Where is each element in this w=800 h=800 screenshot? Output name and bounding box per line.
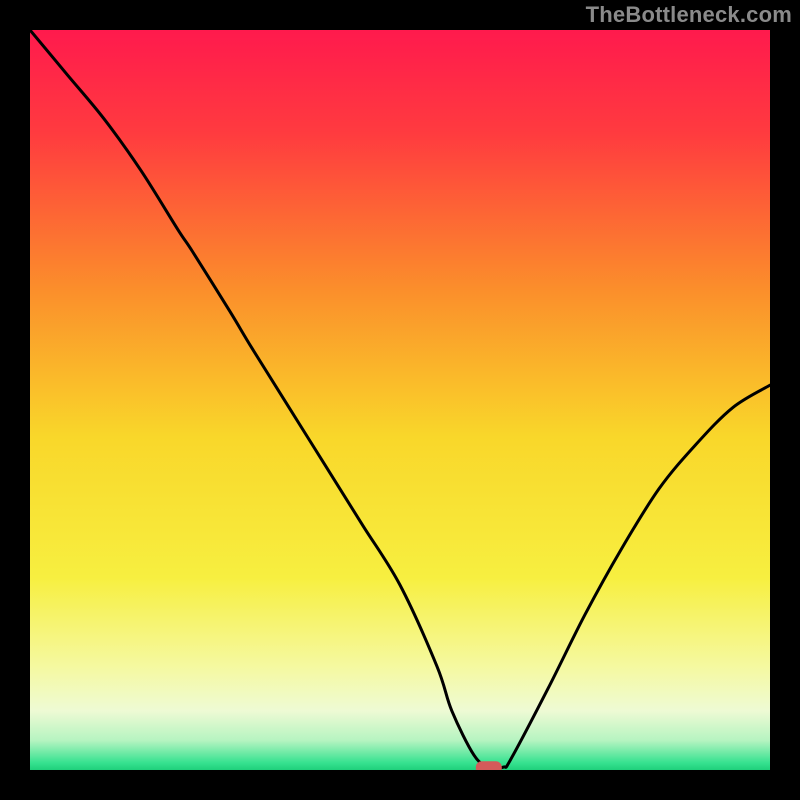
bottleneck-chart: [30, 30, 770, 770]
watermark-text: TheBottleneck.com: [586, 2, 792, 28]
chart-background: [30, 30, 770, 770]
chart-frame: TheBottleneck.com: [0, 0, 800, 800]
optimal-marker: [476, 761, 502, 770]
